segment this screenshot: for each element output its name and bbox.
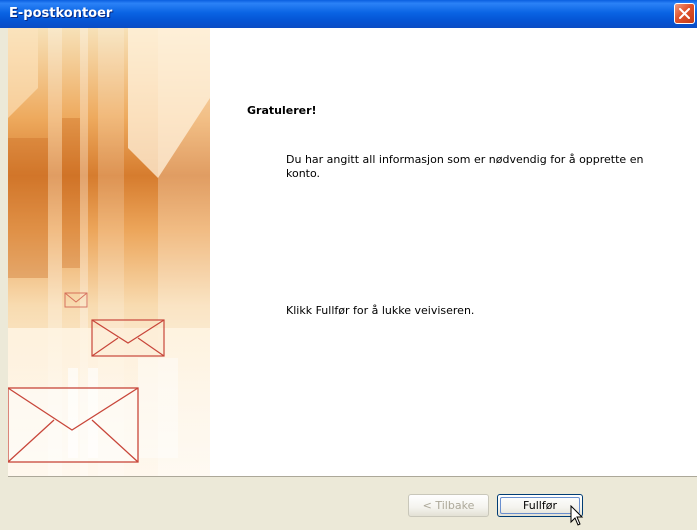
- window-title: E-postkontoer: [9, 6, 113, 21]
- close-x-icon: [679, 8, 690, 19]
- wizard-side-art: [8, 28, 210, 476]
- info-text: Du har angitt all informasjon som er nød…: [286, 153, 644, 180]
- title-bar[interactable]: E-postkontoer: [0, 0, 697, 28]
- page-heading: Gratulerer!: [247, 104, 317, 117]
- window-border: [0, 28, 8, 530]
- finish-button-label: Fullfør: [523, 499, 557, 512]
- back-button-label: < Tilbake: [422, 499, 475, 512]
- close-button[interactable]: [674, 3, 695, 24]
- dialog-window: E-postkontoer Gratulerer! Du har angitt …: [0, 0, 697, 530]
- finish-hint-text: Klikk Fullfør for å lukke veiviseren.: [286, 304, 475, 317]
- mouse-cursor-icon: [570, 505, 584, 526]
- back-button[interactable]: < Tilbake: [408, 494, 489, 517]
- wizard-content: Gratulerer! Du har angitt all informasjo…: [210, 28, 697, 476]
- footer-divider: [8, 476, 697, 477]
- envelope-art-icon: [8, 28, 210, 476]
